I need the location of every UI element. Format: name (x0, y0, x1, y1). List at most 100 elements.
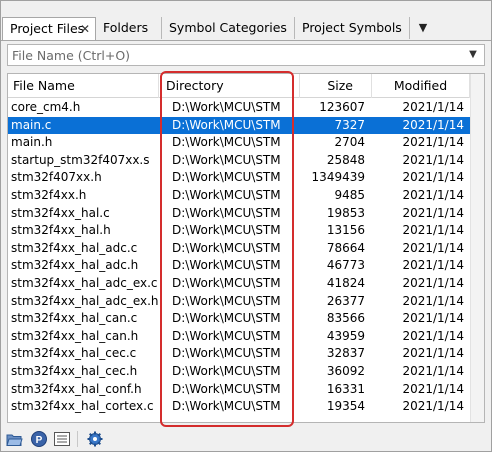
tab-bar: Project Files ✕ Folders Symbol Categorie… (1, 1, 491, 41)
file-name-cell: stm32f4xx_hal_cec.h (11, 363, 138, 378)
file-name-filter[interactable]: ▼ (7, 44, 485, 66)
size-cell: 1349439 (311, 170, 365, 185)
column-header-size[interactable]: Size (300, 74, 372, 98)
directory-cell: D:\Work\MCU\STM (172, 187, 280, 202)
list-item[interactable]: stm32f4xx_hal_cec.h D:\Work\MCU\STM 36092 2… (8, 363, 484, 381)
list-item[interactable]: stm32f4xx_hal_can.h D:\Work\MCU\STM 43959 2… (8, 328, 484, 346)
size-cell: 19853 (326, 205, 365, 220)
directory-cell: D:\Work\MCU\STM (172, 275, 280, 290)
tab-label: Symbol Categories (169, 20, 287, 35)
modified-cell: 2021/1/14 (402, 100, 464, 114)
size-cell: 36092 (326, 363, 365, 378)
list-item[interactable]: main.c D:\Work\MCU\STM 7327 2021/1/14 (8, 116, 484, 135)
modified-cell: 2021/1/14 (402, 293, 464, 308)
list-rows: core_cm4.h D:\Work\MCU\STM 123607 2021/1/14… (8, 99, 484, 416)
modified-cell: 2021/1/14 (402, 135, 464, 150)
file-name-cell: stm32f4xx_hal.h (11, 223, 111, 238)
file-name-cell: stm32f4xx_hal_can.c (11, 311, 138, 326)
modified-cell: 2021/1/14 (402, 117, 464, 132)
file-name-cell: stm32f4xx_hal_cortex.c (11, 399, 154, 414)
directory-cell: D:\Work\MCU\STM (172, 117, 280, 132)
file-name-cell: stm32f4xx_hal_adc_ex.h (11, 293, 159, 308)
size-cell: 83566 (326, 311, 365, 326)
size-cell: 32837 (326, 346, 365, 361)
directory-cell: D:\Work\MCU\STM (172, 100, 280, 114)
list-item[interactable]: stm32f4xx_hal_adc_ex.c D:\Work\MCU\STM 418… (8, 275, 484, 293)
file-name-cell: stm32f4xx_hal_can.h (11, 328, 139, 343)
file-name-search-input[interactable] (12, 45, 452, 65)
file-name-cell: main.h (11, 135, 53, 150)
size-cell: 2704 (334, 135, 365, 150)
directory-cell: D:\Work\MCU\STM (172, 170, 280, 185)
directory-cell: D:\Work\MCU\STM (172, 328, 280, 343)
list-item[interactable]: stm32f407xx.h D:\Work\MCU\STM 1349439 2021/… (8, 169, 484, 187)
directory-cell: D:\Work\MCU\STM (172, 363, 280, 378)
chevron-down-icon[interactable]: ▼ (465, 45, 481, 65)
column-header-file-name[interactable]: File Name (8, 74, 159, 98)
list-header: File Name Directory Size Modified (8, 74, 484, 98)
file-name-cell: stm32f4xx.h (11, 187, 87, 202)
file-name-cell: stm32f4xx_hal_adc.h (11, 258, 139, 273)
list-item[interactable]: main.h D:\Work\MCU\STM 2704 2021/1/14 (8, 134, 484, 152)
column-header-directory[interactable]: Directory (159, 74, 300, 98)
vertical-scrollbar[interactable] (470, 74, 484, 422)
settings-gear-icon[interactable] (86, 430, 104, 448)
tab-label: Folders (103, 20, 149, 35)
modified-cell: 2021/1/14 (402, 311, 464, 326)
list-item[interactable]: core_cm4.h D:\Work\MCU\STM 123607 2021/1/14 (8, 99, 484, 117)
list-item[interactable]: stm32f4xx_hal_cortex.c D:\Work\MCU\STM 193… (8, 398, 484, 416)
size-cell: 26377 (326, 293, 365, 308)
list-item[interactable]: stm32f4xx_hal_conf.h D:\Work\MCU\STM 16331… (8, 381, 484, 399)
directory-cell: D:\Work\MCU\STM (172, 346, 280, 361)
modified-cell: 2021/1/14 (402, 205, 464, 220)
modified-cell: 2021/1/14 (402, 328, 464, 343)
tab-symbol-categories[interactable]: Symbol Categories (162, 17, 295, 39)
list-item[interactable]: stm32f4xx_hal_cec.c D:\Work\MCU\STM 32837 2… (8, 345, 484, 363)
project-icon[interactable]: P (30, 430, 48, 448)
list-item[interactable]: startup_stm32f407xx.s D:\Work\MCU\STM 2584… (8, 152, 484, 170)
file-name-cell: stm32f407xx.h (11, 170, 102, 185)
modified-cell: 2021/1/14 (402, 170, 464, 185)
tab-folders[interactable]: Folders (96, 17, 162, 39)
modified-cell: 2021/1/14 (402, 381, 464, 396)
list-item[interactable]: stm32f4xx_hal_can.c D:\Work\MCU\STM 83566 2… (8, 310, 484, 328)
size-cell: 9485 (334, 187, 365, 202)
open-folder-icon[interactable] (6, 430, 24, 448)
file-list: File Name Directory Size Modified core_c… (7, 73, 485, 423)
size-cell: 123607 (319, 100, 365, 114)
size-cell: 46773 (326, 258, 365, 273)
size-cell: 43959 (326, 328, 365, 343)
tab-project-files[interactable]: Project Files ✕ (2, 17, 96, 41)
list-item[interactable]: stm32f4xx_hal.h D:\Work\MCU\STM 13156 2021/… (8, 222, 484, 240)
modified-cell: 2021/1/14 (402, 187, 464, 202)
directory-cell: D:\Work\MCU\STM (172, 258, 280, 273)
size-cell: 13156 (326, 223, 365, 238)
list-view-icon[interactable] (53, 430, 71, 448)
directory-cell: D:\Work\MCU\STM (172, 240, 280, 255)
size-cell: 19354 (326, 399, 365, 414)
directory-cell: D:\Work\MCU\STM (172, 399, 280, 414)
list-item[interactable]: stm32f4xx_hal_adc_ex.h D:\Work\MCU\STM 263… (8, 293, 484, 311)
size-cell: 78664 (326, 240, 365, 255)
tab-overflow-chevron-icon[interactable]: ▼ (410, 17, 436, 39)
list-item[interactable]: stm32f4xx_hal_adc.h D:\Work\MCU\STM 46773 2… (8, 257, 484, 275)
divider (1, 40, 491, 41)
directory-cell: D:\Work\MCU\STM (172, 293, 280, 308)
list-item[interactable]: stm32f4xx_hal_adc.c D:\Work\MCU\STM 78664 2… (8, 240, 484, 258)
modified-cell: 2021/1/14 (402, 275, 464, 290)
column-header-modified[interactable]: Modified (372, 74, 470, 98)
tab-project-symbols[interactable]: Project Symbols (295, 17, 410, 39)
directory-cell: D:\Work\MCU\STM (172, 152, 280, 167)
size-cell: 16331 (326, 381, 365, 396)
size-cell: 41824 (326, 275, 365, 290)
directory-cell: D:\Work\MCU\STM (172, 205, 280, 220)
modified-cell: 2021/1/14 (402, 363, 464, 378)
list-item[interactable]: stm32f4xx.h D:\Work\MCU\STM 9485 2021/1/14 (8, 187, 484, 205)
file-name-cell: core_cm4.h (11, 100, 81, 114)
close-icon[interactable]: ✕ (80, 18, 90, 40)
modified-cell: 2021/1/14 (402, 346, 464, 361)
modified-cell: 2021/1/14 (402, 258, 464, 273)
directory-cell: D:\Work\MCU\STM (172, 311, 280, 326)
project-files-panel: Project Files ✕ Folders Symbol Categorie… (0, 0, 492, 452)
list-item[interactable]: stm32f4xx_hal.c D:\Work\MCU\STM 19853 2021/… (8, 205, 484, 223)
